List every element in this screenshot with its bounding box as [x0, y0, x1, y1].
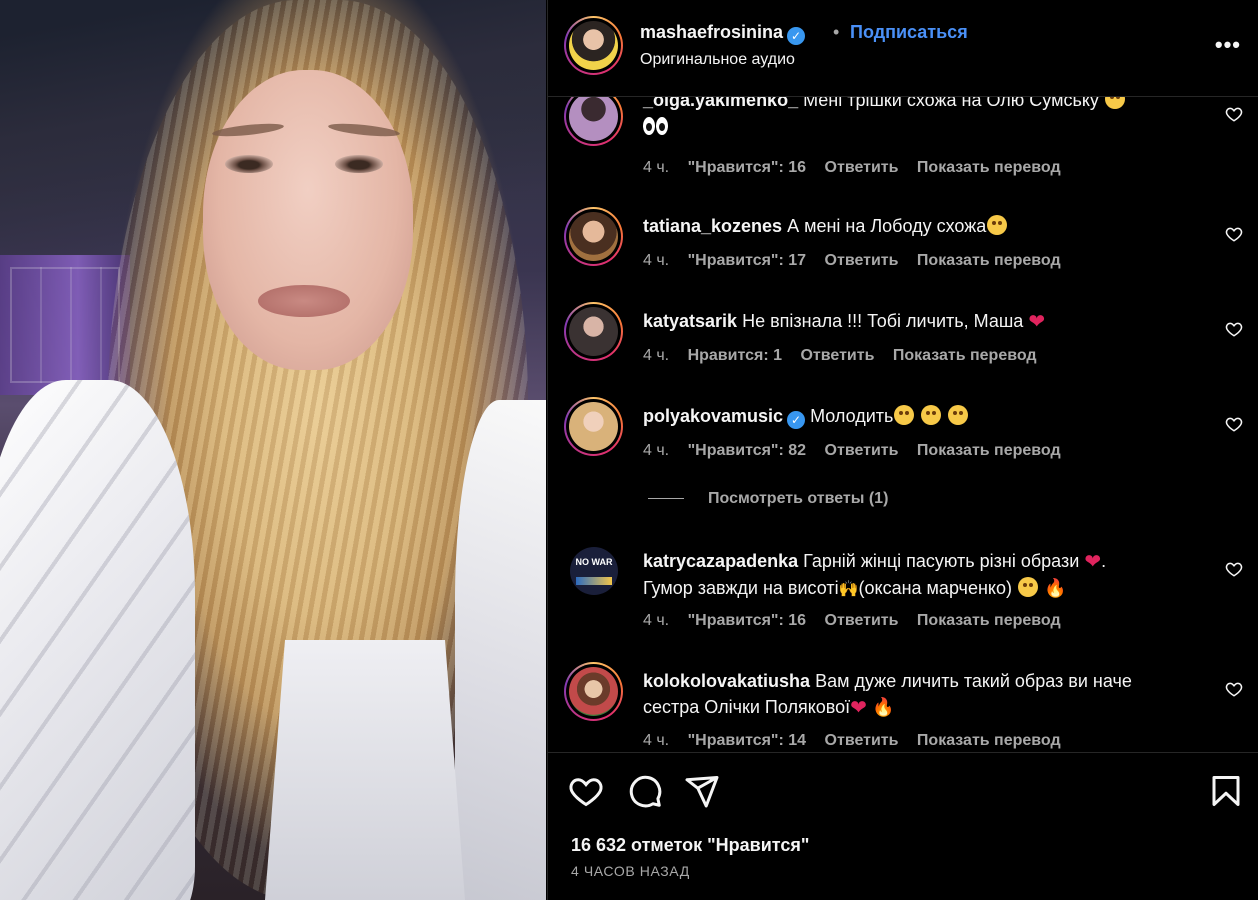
- heart-emoji: ❤: [1084, 551, 1102, 573]
- media-lips: [258, 285, 350, 317]
- comment-username[interactable]: tatiana_kozenes: [643, 216, 782, 236]
- comment-likes[interactable]: "Нравится": 16: [688, 159, 807, 176]
- comment-text: katrycazapadenka Гарній жінці пасують рі…: [643, 548, 1213, 603]
- joy-emoji: [1018, 577, 1038, 597]
- comment-username[interactable]: katrycazapadenka: [643, 551, 798, 571]
- comment-meta: 4 ч. "Нравится": 16 Ответить Показать пе…: [643, 612, 1061, 629]
- separator-dot: •: [833, 22, 840, 42]
- media-eye-right: [335, 155, 383, 173]
- reply-button[interactable]: Ответить: [825, 252, 899, 269]
- comment-meta: 4 ч. "Нравится": 14 Ответить Показать пе…: [643, 732, 1061, 749]
- comment-likes[interactable]: Нравится: 1: [688, 347, 782, 364]
- heart-icon[interactable]: [1225, 320, 1243, 338]
- comment-meta: 4 ч. Нравится: 1 Ответить Показать перев…: [643, 347, 1037, 364]
- star-struck-emoji: [1104, 97, 1125, 109]
- post-media[interactable]: [0, 0, 546, 900]
- comments-list[interactable]: _olga.yakimenko_ Мені трішки схожа на Ол…: [548, 97, 1258, 752]
- comment-text: kolokolovakatiusha Вам дуже личить такий…: [643, 671, 1132, 719]
- joy-emoji: [894, 405, 915, 425]
- comment-avatar[interactable]: [564, 302, 623, 361]
- comment-avatar[interactable]: [564, 397, 623, 456]
- raised-hands-emoji: 🙌: [838, 581, 859, 598]
- eyes-emoji: [643, 117, 669, 135]
- media-dress-center: [265, 640, 465, 900]
- comment-meta: 4 ч. "Нравится": 17 Ответить Показать пе…: [643, 252, 1061, 269]
- comment-likes[interactable]: "Нравится": 82: [688, 442, 807, 459]
- comment-likes[interactable]: "Нравится": 14: [688, 732, 807, 749]
- heart-icon[interactable]: [1225, 560, 1243, 578]
- heart-icon[interactable]: [1225, 680, 1243, 698]
- comment-likes[interactable]: "Нравится": 17: [688, 252, 807, 269]
- translate-button[interactable]: Показать перевод: [917, 159, 1061, 176]
- joy-emoji: [948, 405, 969, 425]
- comment-avatar[interactable]: [564, 97, 623, 146]
- reply-button[interactable]: Ответить: [825, 159, 899, 176]
- author-avatar[interactable]: [564, 16, 623, 75]
- heart-icon[interactable]: [1225, 415, 1243, 433]
- comment-text: katyatsarik Не впізнала !!! Тобі личить,…: [643, 311, 1046, 333]
- translate-button[interactable]: Показать перевод: [917, 612, 1061, 629]
- comment-username[interactable]: polyakovamusic: [643, 406, 783, 426]
- comment-avatar[interactable]: [564, 207, 623, 266]
- heart-icon[interactable]: [1225, 105, 1243, 123]
- heart-emoji: ❤: [850, 697, 867, 719]
- comment-text: tatiana_kozenes А мені на Лободу схожа: [643, 213, 1213, 239]
- reply-button[interactable]: Ответить: [825, 612, 899, 629]
- translate-button[interactable]: Показать перевод: [917, 732, 1061, 749]
- reply-button[interactable]: Ответить: [800, 347, 874, 364]
- comment-username[interactable]: _olga.yakimenko_: [643, 97, 798, 110]
- heart-icon[interactable]: [568, 773, 604, 809]
- comment-likes[interactable]: "Нравится": 16: [688, 612, 807, 629]
- translate-button[interactable]: Показать перевод: [917, 252, 1061, 269]
- heart-icon[interactable]: [1225, 225, 1243, 243]
- audio-label[interactable]: Оригинальное аудио: [640, 51, 795, 69]
- grin-emoji: [987, 215, 1008, 235]
- more-icon[interactable]: •••: [1215, 32, 1241, 58]
- comment-meta: 4 ч. "Нравится": 16 Ответить Показать пе…: [643, 159, 1061, 176]
- media-dress-sleeve-right: [455, 400, 546, 900]
- verified-badge-icon: ✓: [787, 411, 806, 429]
- media-dress-sleeve-left: [0, 380, 195, 900]
- reply-button[interactable]: Ответить: [825, 442, 899, 459]
- reply-button[interactable]: Ответить: [825, 732, 899, 749]
- likes-count[interactable]: 16 632 отметок "Нравится": [571, 835, 809, 856]
- author-username[interactable]: mashaefrosinina ✓: [640, 22, 806, 45]
- post-panel: mashaefrosinina ✓ • Подписаться Оригиналь…: [547, 0, 1258, 900]
- comment-icon[interactable]: [627, 773, 663, 809]
- fire-emoji: 🔥: [1044, 578, 1067, 598]
- comment-avatar[interactable]: NO WAR: [570, 547, 618, 595]
- comment-username[interactable]: kolokolovakatiusha: [643, 671, 810, 691]
- joy-emoji: [921, 405, 942, 425]
- fire-emoji: 🔥: [871, 697, 895, 717]
- comment-text: polyakovamusic ✓ Молодить: [643, 403, 1213, 429]
- comment-username[interactable]: katyatsarik: [643, 311, 737, 331]
- post-actions: 16 632 отметок "Нравится" 4 ЧАСОВ НАЗАД: [548, 752, 1258, 900]
- heart-emoji: ❤: [1028, 311, 1046, 333]
- comment-avatar[interactable]: [564, 662, 623, 721]
- bookmark-icon[interactable]: [1208, 773, 1244, 809]
- media-face: [203, 70, 413, 370]
- follow-button[interactable]: Подписаться: [850, 22, 968, 43]
- share-icon[interactable]: [684, 773, 720, 809]
- media-eye-left: [225, 155, 273, 173]
- post-header: mashaefrosinina ✓ • Подписаться Оригиналь…: [548, 0, 1258, 97]
- view-replies-button[interactable]: Посмотреть ответы (1): [648, 490, 888, 508]
- comment-meta: 4 ч. "Нравится": 82 Ответить Показать пе…: [643, 442, 1061, 459]
- comment-text: _olga.yakimenko_ Мені трішки схожа на Ол…: [643, 97, 1213, 139]
- translate-button[interactable]: Показать перевод: [893, 347, 1037, 364]
- translate-button[interactable]: Показать перевод: [917, 442, 1061, 459]
- verified-badge-icon: ✓: [787, 27, 806, 45]
- replies-divider: [648, 498, 684, 500]
- post-timestamp[interactable]: 4 ЧАСОВ НАЗАД: [571, 863, 690, 879]
